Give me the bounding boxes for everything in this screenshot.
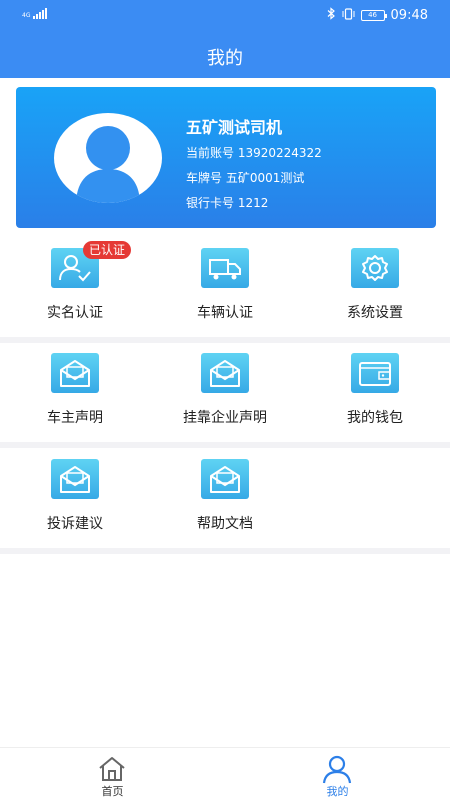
signal-bar-icon bbox=[45, 8, 48, 19]
menu-item-label: 车主声明 bbox=[47, 410, 103, 426]
menu-item-label: 系统设置 bbox=[347, 305, 403, 321]
bank-card-number: 银行卡号 1212 bbox=[186, 196, 269, 210]
menu-item-owner-statement[interactable]: 车主声明 bbox=[0, 340, 150, 440]
envelope-icon bbox=[51, 459, 99, 499]
signal-bar-icon bbox=[42, 10, 45, 19]
envelope-icon bbox=[201, 353, 249, 393]
profile-card[interactable]: 五矿测试司机 当前账号 13920224322 车牌号 五矿0001测试 银行卡… bbox=[16, 87, 436, 228]
menu-item-label: 投诉建议 bbox=[47, 516, 103, 532]
network-type: 4G bbox=[22, 12, 31, 19]
nav-label: 我的 bbox=[326, 785, 349, 798]
user-icon bbox=[322, 754, 352, 784]
menu-item-label: 挂靠企业声明 bbox=[183, 410, 267, 426]
wallet-icon bbox=[351, 353, 399, 393]
clock: 09:48 bbox=[390, 8, 428, 23]
menu-item-wallet[interactable]: 我的钱包 bbox=[300, 340, 450, 440]
truck-icon bbox=[201, 248, 249, 288]
menu-item-vehicle-auth[interactable]: 车辆认证 bbox=[150, 235, 300, 335]
driver-name: 五矿测试司机 bbox=[186, 118, 283, 137]
page-title: 我的 bbox=[207, 48, 243, 69]
menu-item-real-name[interactable]: 已认证 实名认证 bbox=[0, 235, 150, 335]
menu-row-2: 车主声明 挂靠企业声明 我的钱包 bbox=[0, 340, 450, 440]
menu-item-label: 我的钱包 bbox=[347, 410, 403, 426]
menu-item-settings[interactable]: 系统设置 bbox=[300, 235, 450, 335]
nav-mine[interactable]: 我的 bbox=[225, 748, 450, 800]
avatar-placeholder-icon bbox=[76, 126, 140, 203]
envelope-icon bbox=[201, 459, 249, 499]
menu-row-3: 投诉建议 帮助文档 bbox=[0, 446, 450, 546]
home-icon bbox=[97, 754, 127, 784]
signal-bar-icon bbox=[39, 12, 42, 19]
avatar[interactable] bbox=[54, 113, 162, 203]
header-bar: 4G 46 09:48 我的 bbox=[0, 0, 450, 78]
signal-indicator: 4G bbox=[22, 8, 48, 19]
profile-info: 五矿测试司机 当前账号 13920224322 车牌号 五矿0001测试 银行卡… bbox=[186, 114, 322, 219]
verified-badge: 已认证 bbox=[83, 241, 132, 259]
nav-home[interactable]: 首页 bbox=[0, 748, 225, 800]
signal-bar-icon bbox=[33, 16, 36, 19]
envelope-icon bbox=[51, 353, 99, 393]
menu-item-label: 车辆认证 bbox=[197, 305, 253, 321]
nav-label: 首页 bbox=[101, 785, 124, 798]
menu-item-affiliated-company-statement[interactable]: 挂靠企业声明 bbox=[150, 340, 300, 440]
signal-bar-icon bbox=[36, 14, 39, 19]
section-divider bbox=[0, 548, 450, 554]
bluetooth-icon bbox=[327, 7, 336, 24]
status-bar: 4G 46 09:48 bbox=[0, 0, 450, 32]
menu-row-1: 已认证 实名认证 车辆认证 系统设置 bbox=[0, 235, 450, 335]
menu-item-complaints[interactable]: 投诉建议 bbox=[0, 446, 150, 546]
menu-item-help-docs[interactable]: 帮助文档 bbox=[150, 446, 300, 546]
menu-item-label: 帮助文档 bbox=[197, 516, 253, 532]
plate-number: 车牌号 五矿0001测试 bbox=[186, 171, 305, 185]
vibrate-icon bbox=[342, 7, 355, 24]
battery-icon: 46 bbox=[360, 10, 387, 21]
account-number: 当前账号 13920224322 bbox=[186, 146, 322, 160]
gear-icon bbox=[351, 248, 399, 288]
menu-item-label: 实名认证 bbox=[47, 305, 103, 321]
bottom-nav: 首页 我的 bbox=[0, 747, 450, 800]
